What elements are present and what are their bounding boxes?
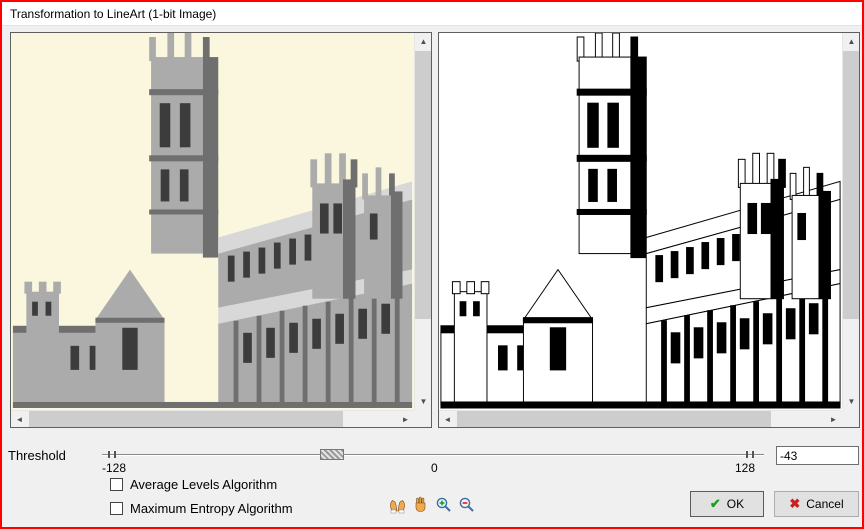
pan-hands-icon[interactable] — [388, 495, 407, 514]
cross-icon: ✖ — [789, 496, 801, 511]
threshold-max-label: 128 — [735, 461, 756, 475]
scrollbar-thumb[interactable] — [415, 51, 431, 319]
slider-tick — [114, 451, 116, 458]
lineart-horizontal-scrollbar[interactable]: ◄ ► — [439, 410, 842, 427]
scrollbar-thumb[interactable] — [457, 411, 771, 427]
cathedral-lineart-illustration — [440, 33, 841, 408]
cancel-button[interactable]: ✖ Cancel — [774, 491, 859, 517]
lineart-vertical-scrollbar[interactable]: ▲ ▼ — [842, 33, 859, 410]
scrollbar-thumb[interactable] — [843, 51, 859, 319]
original-preview-image[interactable] — [11, 33, 414, 410]
lineart-preview-panel: ▲ ▼ ◄ ► — [438, 32, 860, 428]
checkbox-maximum-entropy[interactable]: Maximum Entropy Algorithm — [110, 501, 293, 516]
scrollbar-corner — [414, 410, 431, 427]
checkbox-box — [110, 502, 123, 515]
ok-button-label: OK — [726, 497, 745, 511]
threshold-slider-thumb[interactable] — [320, 449, 344, 460]
scroll-down-icon[interactable]: ▼ — [843, 393, 860, 410]
check-icon: ✔ — [709, 496, 721, 511]
checkbox-label: Maximum Entropy Algorithm — [130, 501, 293, 516]
slider-tick — [108, 451, 110, 458]
scroll-up-icon[interactable]: ▲ — [415, 33, 432, 50]
cancel-button-label: Cancel — [806, 497, 844, 511]
scrollbar-track[interactable] — [456, 411, 825, 427]
threshold-slider-track[interactable] — [102, 454, 764, 456]
grab-hand-icon[interactable] — [411, 495, 430, 514]
scroll-right-icon[interactable]: ► — [825, 411, 842, 428]
scrollbar-corner — [842, 410, 859, 427]
cathedral-grayscale-illustration — [12, 33, 413, 408]
checkbox-average-levels[interactable]: Average Levels Algorithm — [110, 477, 277, 492]
original-horizontal-scrollbar[interactable]: ◄ ► — [11, 410, 414, 427]
scroll-up-icon[interactable]: ▲ — [843, 33, 860, 50]
threshold-min-label: -128 — [102, 461, 127, 475]
slider-tick — [752, 451, 754, 458]
scroll-down-icon[interactable]: ▼ — [415, 393, 432, 410]
dialog-titlebar[interactable]: Transformation to LineArt (1-bit Image) — [2, 2, 862, 26]
checkbox-label: Average Levels Algorithm — [130, 477, 278, 492]
preview-toolbar — [388, 495, 476, 514]
checkbox-box — [110, 478, 123, 491]
scrollbar-track[interactable] — [843, 50, 859, 393]
transformation-lineart-dialog: Transformation to LineArt (1-bit Image) … — [0, 0, 864, 529]
original-preview-panel: ▲ ▼ ◄ ► — [10, 32, 432, 428]
scroll-left-icon[interactable]: ◄ — [439, 411, 456, 428]
dialog-title: Transformation to LineArt (1-bit Image) — [10, 7, 217, 21]
threshold-value-input[interactable] — [776, 446, 859, 465]
zoom-in-icon[interactable] — [434, 495, 453, 514]
scrollbar-track[interactable] — [28, 411, 397, 427]
scroll-right-icon[interactable]: ► — [397, 411, 414, 428]
lineart-preview-image[interactable] — [439, 33, 842, 410]
original-vertical-scrollbar[interactable]: ▲ ▼ — [414, 33, 431, 410]
threshold-label: Threshold — [8, 448, 66, 463]
scroll-left-icon[interactable]: ◄ — [11, 411, 28, 428]
scrollbar-track[interactable] — [415, 50, 431, 393]
scrollbar-thumb[interactable] — [29, 411, 343, 427]
zoom-out-icon[interactable] — [457, 495, 476, 514]
slider-tick — [746, 451, 748, 458]
ok-button[interactable]: ✔ OK — [690, 491, 764, 517]
threshold-mid-label: 0 — [431, 461, 438, 475]
